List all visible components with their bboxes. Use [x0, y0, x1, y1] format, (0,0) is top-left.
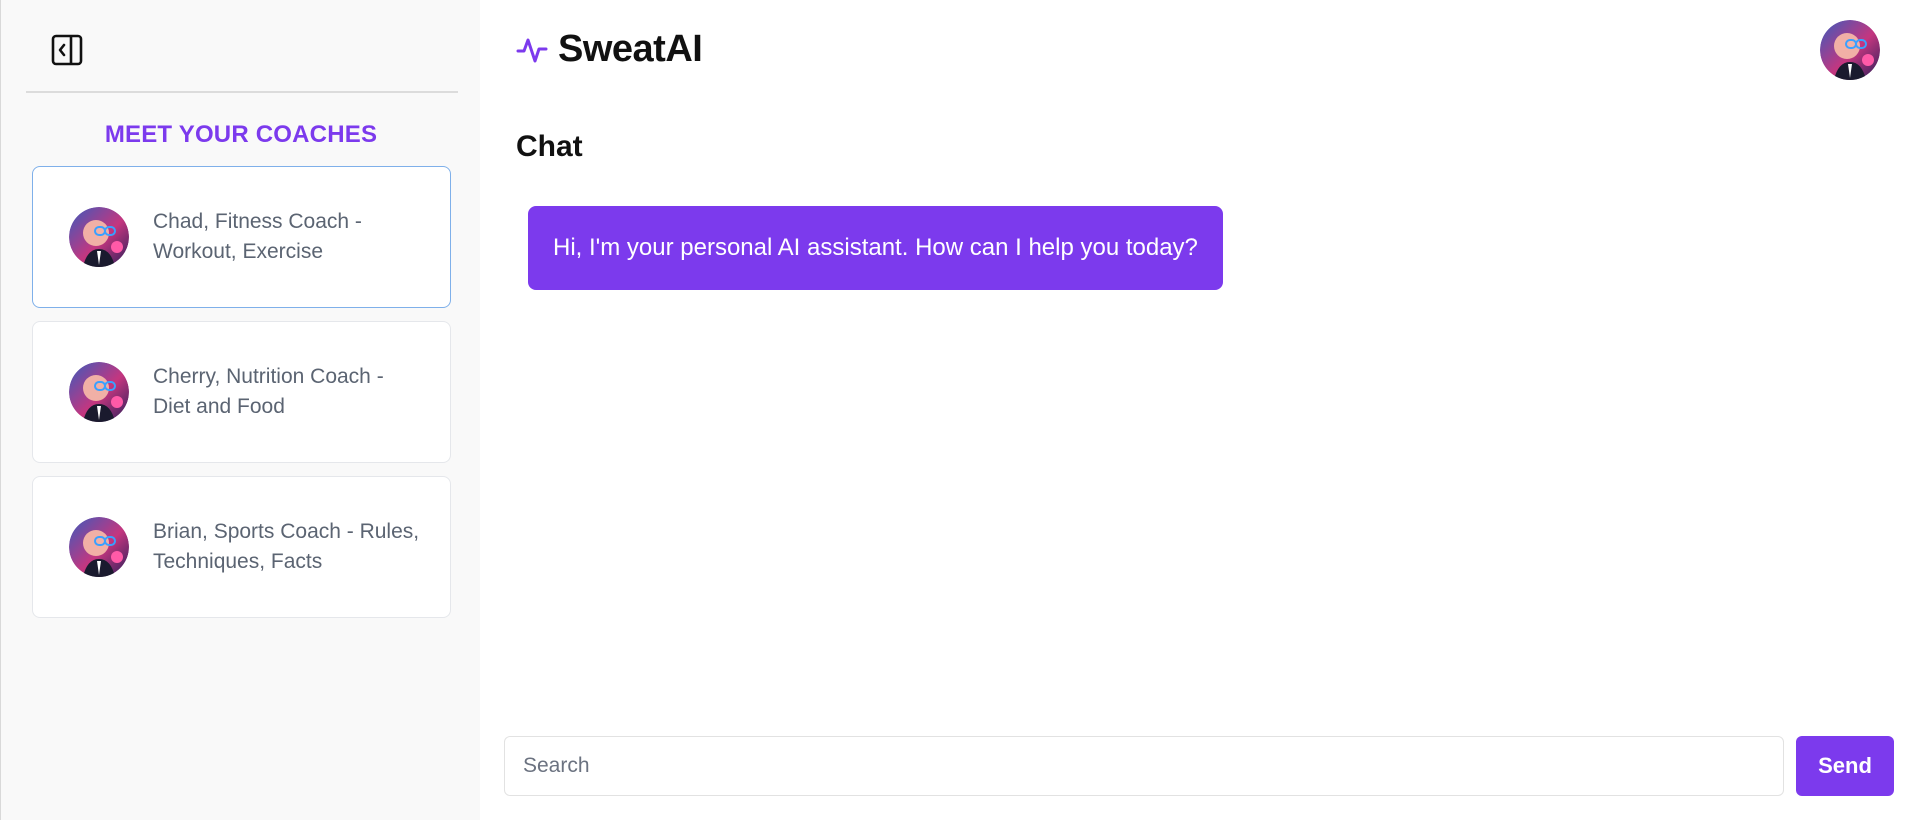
- chat-main: SweatAI Chat Hi, I'm your personal AI as…: [480, 0, 1918, 820]
- assistant-message-bubble: Hi, I'm your personal AI assistant. How …: [528, 206, 1223, 290]
- search-input[interactable]: [504, 736, 1784, 796]
- sidebar: MEET YOUR COACHES Chad, Fitness Coach - …: [0, 0, 480, 820]
- chat-title: Chat: [516, 130, 583, 163]
- activity-pulse-icon: [516, 38, 548, 62]
- coach-label: Brian, Sports Coach - Rules, Techniques,…: [153, 520, 420, 573]
- user-avatar[interactable]: [1820, 20, 1880, 80]
- send-button[interactable]: Send: [1796, 736, 1894, 796]
- app-window: MEET YOUR COACHES Chad, Fitness Coach - …: [0, 0, 1918, 820]
- coach-card-cherry[interactable]: Cherry, Nutrition Coach - Diet and Food: [32, 321, 451, 463]
- coach-avatar: [69, 362, 129, 422]
- sidebar-divider: [26, 91, 458, 93]
- coach-label: Chad, Fitness Coach - Workout, Exercise: [153, 210, 362, 263]
- coach-avatar: [69, 517, 129, 577]
- sidebar-toggle-button[interactable]: [51, 34, 83, 66]
- coach-label: Cherry, Nutrition Coach - Diet and Food: [153, 365, 384, 418]
- coach-list: Chad, Fitness Coach - Workout, Exercise: [32, 166, 451, 631]
- coach-card-brian[interactable]: Brian, Sports Coach - Rules, Techniques,…: [32, 476, 451, 618]
- coach-card-chad[interactable]: Chad, Fitness Coach - Workout, Exercise: [32, 166, 451, 308]
- brand-name: SweatAI: [558, 28, 703, 70]
- section-title: MEET YOUR COACHES: [104, 121, 378, 148]
- brand[interactable]: SweatAI: [516, 28, 703, 71]
- coach-avatar: [69, 207, 129, 267]
- sidebar-collapse-icon: [51, 34, 83, 66]
